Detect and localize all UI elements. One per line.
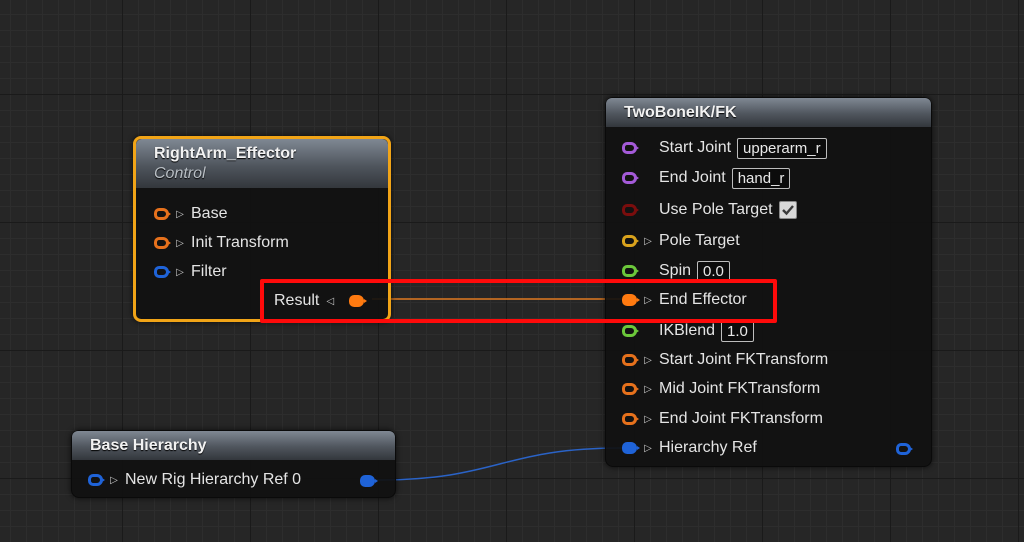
pin-rig-hierarchy-input-icon[interactable] bbox=[88, 474, 105, 486]
pin-label: Spin bbox=[659, 262, 692, 279]
pin-rig-hierarchy-output-icon[interactable] bbox=[360, 475, 378, 487]
pin-row-start-joint-fk: ▷ Start Joint FKTransform bbox=[622, 349, 828, 371]
pin-label: Result bbox=[274, 292, 320, 309]
pin-label: End Joint FKTransform bbox=[659, 410, 823, 427]
expand-arrow-icon[interactable]: ▷ bbox=[643, 236, 653, 247]
expand-arrow-icon[interactable]: ▷ bbox=[643, 443, 653, 454]
pin-row-rig-hierarchy-ref: ▷ New Rig Hierarchy Ref 0 bbox=[88, 469, 301, 491]
pin-row-pole-target: ▷ Pole Target bbox=[622, 230, 740, 252]
pin-row-use-pole-target: Use Pole Target bbox=[622, 199, 797, 221]
pin-label: Mid Joint FKTransform bbox=[659, 380, 821, 397]
checkmark-icon bbox=[781, 205, 794, 216]
use-pole-target-checkbox[interactable] bbox=[778, 201, 797, 219]
node-header[interactable]: RightArm_Effector Control bbox=[136, 139, 388, 188]
pin-label: Filter bbox=[191, 263, 227, 280]
pin-label: End Effector bbox=[659, 291, 747, 308]
node-two-bone-ik-fk[interactable]: TwoBoneIK/FK Start Joint upperarm_r End … bbox=[605, 97, 932, 467]
pin-row-end-joint-fk: ▷ End Joint FKTransform bbox=[622, 408, 823, 430]
start-joint-field[interactable]: upperarm_r bbox=[737, 137, 827, 159]
pin-use-pole-target-icon[interactable] bbox=[622, 204, 639, 216]
expand-arrow-icon[interactable]: ▷ bbox=[175, 267, 185, 278]
pin-row-start-joint: Start Joint upperarm_r bbox=[622, 137, 827, 159]
pin-hierarchy-ref-output-icon[interactable] bbox=[896, 443, 913, 455]
pin-row-init-transform: ▷ Init Transform bbox=[154, 232, 289, 254]
pin-end-joint-icon[interactable] bbox=[622, 172, 639, 184]
pin-label: Use Pole Target bbox=[659, 201, 773, 218]
pin-label: Base bbox=[191, 205, 228, 222]
pin-ik-blend-icon[interactable] bbox=[622, 325, 639, 337]
expand-arrow-icon[interactable]: ▷ bbox=[643, 355, 653, 366]
pin-result-icon[interactable] bbox=[349, 295, 368, 307]
expand-arrow-icon[interactable]: ▷ bbox=[109, 475, 119, 486]
pin-row-result: Result ◁ bbox=[274, 290, 368, 312]
pin-row-mid-joint-fk: ▷ Mid Joint FKTransform bbox=[622, 378, 820, 400]
expand-arrow-icon[interactable]: ▷ bbox=[643, 384, 653, 395]
expand-arrow-icon[interactable]: ▷ bbox=[175, 238, 185, 249]
node-header[interactable]: TwoBoneIK/FK bbox=[606, 98, 931, 127]
pin-init-transform-icon[interactable] bbox=[154, 237, 171, 249]
expand-arrow-icon[interactable]: ▷ bbox=[643, 414, 653, 425]
pin-start-joint-fk-icon[interactable] bbox=[622, 354, 639, 366]
node-header[interactable]: Base Hierarchy bbox=[72, 431, 395, 460]
pin-row-end-joint: End Joint hand_r bbox=[622, 167, 791, 189]
node-title: TwoBoneIK/FK bbox=[624, 104, 737, 121]
spin-field[interactable]: 0.0 bbox=[697, 260, 730, 282]
pin-label: New Rig Hierarchy Ref 0 bbox=[125, 471, 302, 488]
pin-hierarchy-ref-input-icon[interactable] bbox=[622, 442, 640, 454]
pin-row-spin: Spin 0.0 bbox=[622, 260, 730, 282]
pin-end-effector-icon[interactable] bbox=[622, 294, 640, 306]
pin-start-joint-icon[interactable] bbox=[622, 142, 639, 154]
ik-blend-field[interactable]: 1.0 bbox=[721, 320, 754, 342]
pin-row-ik-blend: IKBlend 1.0 bbox=[622, 320, 754, 342]
pin-spin-icon[interactable] bbox=[622, 265, 639, 277]
pin-label: Init Transform bbox=[191, 234, 289, 251]
pin-end-joint-fk-icon[interactable] bbox=[622, 413, 639, 425]
pin-label: End Joint bbox=[659, 169, 726, 186]
pin-pole-target-icon[interactable] bbox=[622, 235, 639, 247]
pin-base-icon[interactable] bbox=[154, 208, 171, 220]
pin-mid-joint-fk-icon[interactable] bbox=[622, 383, 639, 395]
node-subtitle: Control bbox=[154, 165, 206, 182]
expand-arrow-icon[interactable]: ▷ bbox=[643, 295, 653, 306]
pin-row-hierarchy-ref: ▷ Hierarchy Ref bbox=[622, 437, 757, 459]
pin-row-end-effector: ▷ End Effector bbox=[622, 289, 747, 311]
node-right-arm-effector[interactable]: RightArm_Effector Control ▷ Base ▷ Init … bbox=[133, 136, 391, 322]
pin-label: Start Joint bbox=[659, 139, 732, 156]
pin-row-base: ▷ Base bbox=[154, 203, 227, 225]
collapse-arrow-icon[interactable]: ◁ bbox=[325, 296, 335, 307]
node-title: Base Hierarchy bbox=[90, 437, 207, 454]
node-title: RightArm_Effector bbox=[154, 145, 297, 162]
pin-label: Hierarchy Ref bbox=[659, 439, 757, 456]
node-base-hierarchy[interactable]: Base Hierarchy ▷ New Rig Hierarchy Ref 0 bbox=[71, 430, 396, 498]
end-joint-field[interactable]: hand_r bbox=[731, 167, 791, 189]
pin-filter-icon[interactable] bbox=[154, 266, 171, 278]
pin-label: Start Joint FKTransform bbox=[659, 351, 829, 368]
expand-arrow-icon[interactable]: ▷ bbox=[175, 209, 185, 220]
pin-row-filter: ▷ Filter bbox=[154, 261, 227, 283]
pin-label: Pole Target bbox=[659, 232, 740, 249]
pin-label: IKBlend bbox=[659, 322, 716, 339]
wire-hierarchy-to-hierarchy-ref[interactable] bbox=[375, 447, 623, 481]
